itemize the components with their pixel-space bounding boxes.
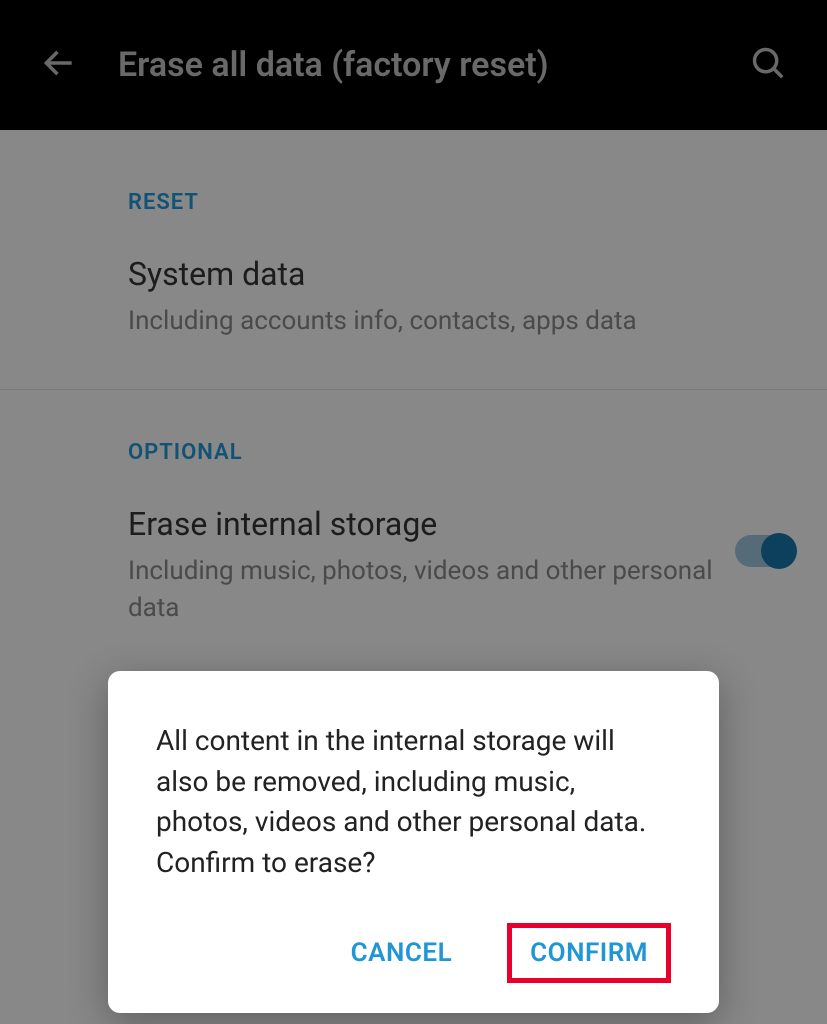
confirm-dialog: All content in the internal storage will… bbox=[108, 671, 719, 1013]
dialog-message: All content in the internal storage will… bbox=[156, 721, 671, 883]
confirm-highlight-box: CONFIRM bbox=[507, 923, 671, 983]
dialog-button-row: CANCEL CONFIRM bbox=[156, 923, 671, 983]
confirm-button[interactable]: CONFIRM bbox=[530, 938, 648, 968]
cancel-button[interactable]: CANCEL bbox=[341, 926, 462, 980]
